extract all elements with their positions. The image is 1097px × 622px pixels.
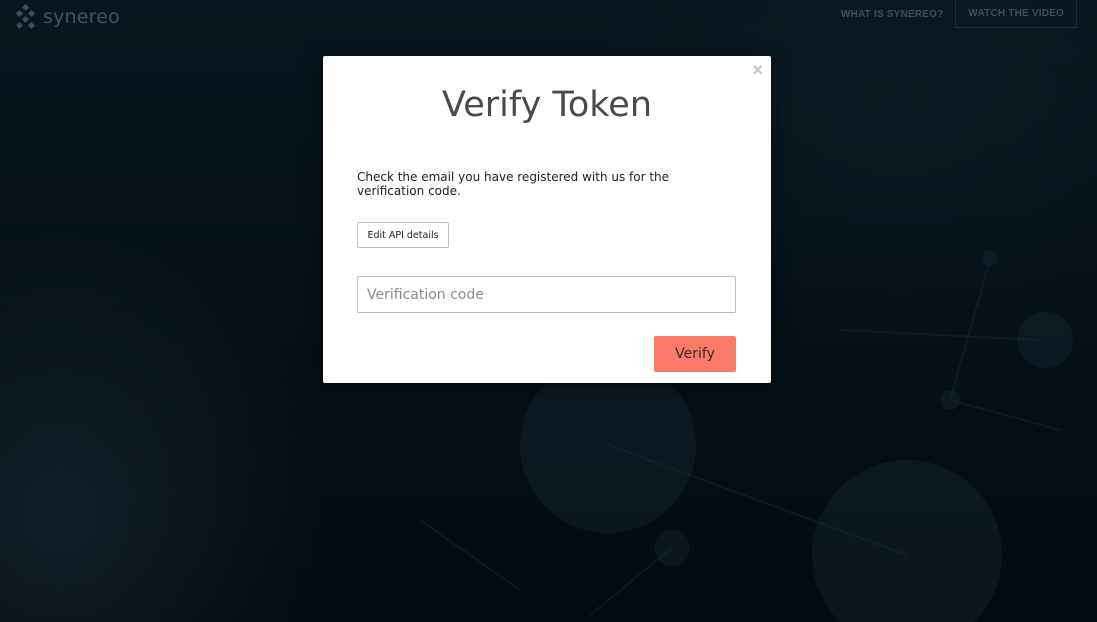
edit-api-details-button[interactable]: Edit API details <box>357 222 449 248</box>
verification-code-input[interactable] <box>357 276 736 313</box>
verify-token-modal: × Verify Token Check the email you have … <box>323 56 771 383</box>
logo-text: synereo <box>43 6 120 28</box>
modal-title: Verify Token <box>442 85 652 125</box>
top-nav: WHAT IS SYNEREO? WATCH THE VIDEO <box>829 0 1077 28</box>
synereo-logo-icon <box>15 4 36 30</box>
verify-button[interactable]: Verify <box>654 336 736 372</box>
nav-watch-the-video[interactable]: WATCH THE VIDEO <box>955 0 1077 28</box>
nav-what-is-synereo[interactable]: WHAT IS SYNEREO? <box>829 0 955 28</box>
modal-description: Check the email you have registered with… <box>357 170 670 198</box>
logo[interactable]: synereo <box>12 3 120 31</box>
close-icon[interactable]: × <box>752 60 763 80</box>
